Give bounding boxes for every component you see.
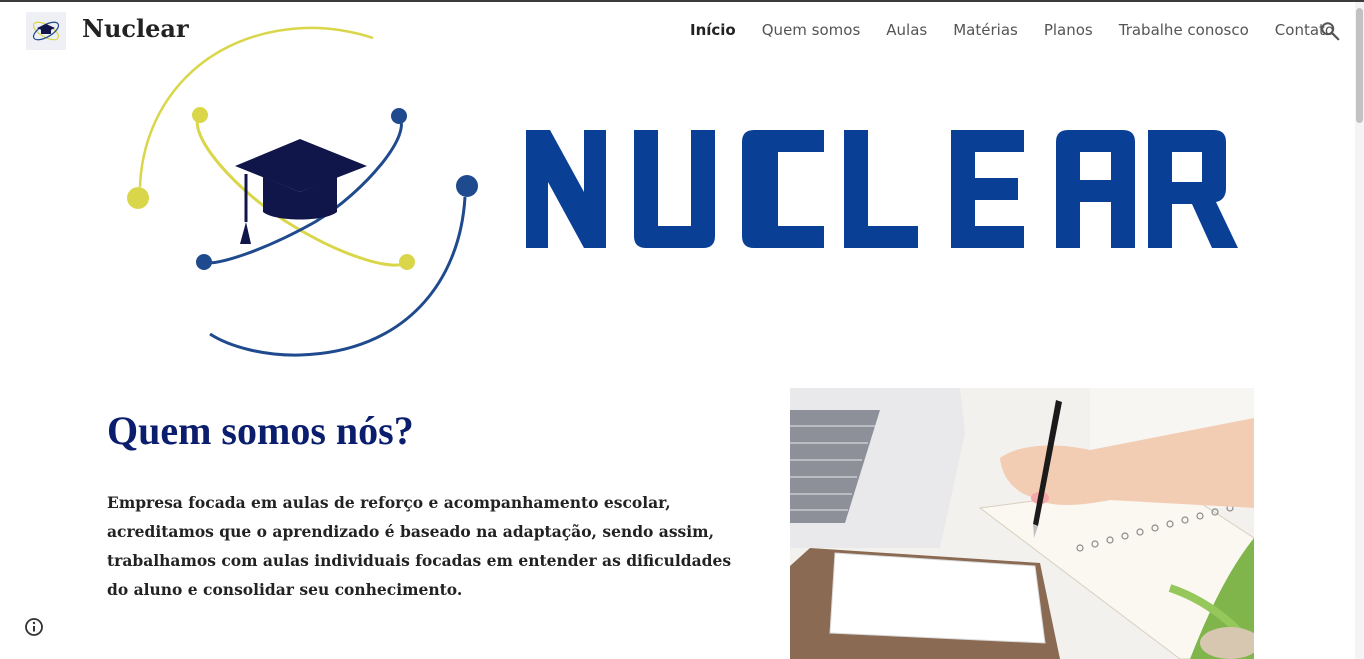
nav-item-planos[interactable]: Planos [1044, 21, 1093, 39]
nav-item-inicio[interactable]: Início [690, 21, 736, 39]
hero-wordmark [526, 130, 1238, 248]
nav-item-materias[interactable]: Matérias [953, 21, 1018, 39]
page-scrollbar[interactable] [1355, 2, 1364, 659]
nav-item-aulas[interactable]: Aulas [886, 21, 927, 39]
nav-item-quem-somos[interactable]: Quem somos [762, 21, 861, 39]
search-icon[interactable] [1319, 20, 1341, 42]
main-nav: Início Quem somos Aulas Matérias Planos … [690, 21, 1360, 39]
hero-atom-logo-icon [127, 26, 478, 357]
about-description: Empresa focada em aulas de reforço e aco… [107, 493, 732, 599]
site-logo-icon[interactable] [26, 12, 66, 50]
nav-item-trabalhe-conosco[interactable]: Trabalhe conosco [1119, 21, 1249, 39]
info-icon[interactable] [24, 617, 44, 637]
scrollbar-thumb[interactable] [1356, 8, 1363, 123]
about-title: Quem somos nós? [107, 408, 414, 453]
study-desk-photo [790, 388, 1254, 659]
